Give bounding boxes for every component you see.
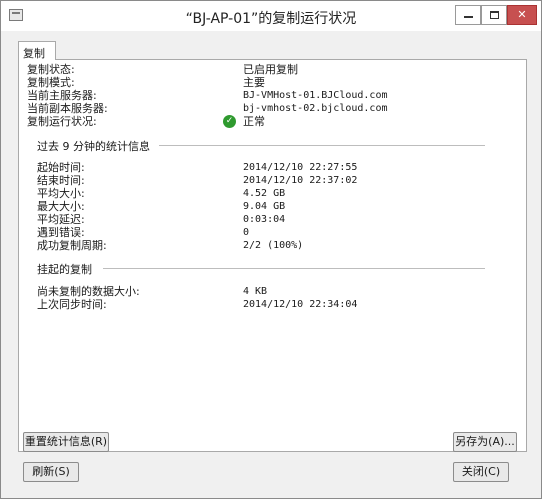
avg-latency-value: 0:03:04 bbox=[243, 214, 286, 225]
stats-section-divider bbox=[159, 145, 485, 146]
avg-size-label: 平均大小: bbox=[37, 187, 85, 200]
errors-label: 遇到错误: bbox=[37, 226, 85, 239]
max-size-value: 9.04 GB bbox=[243, 201, 286, 212]
replication-health-value: 正常 bbox=[243, 115, 265, 128]
reset-statistics-button[interactable]: 重置统计信息(R) bbox=[23, 432, 109, 452]
last-sync-value: 2014/12/10 22:34:04 bbox=[243, 299, 358, 310]
pending-section-divider bbox=[103, 268, 485, 269]
end-time-value: 2014/12/10 22:37:02 bbox=[243, 175, 358, 186]
primary-server-value: BJ-VMHost-01.BJCloud.com bbox=[243, 90, 388, 101]
last-sync-label: 上次同步时间: bbox=[37, 298, 107, 311]
replication-mode-value: 主要 bbox=[243, 76, 265, 89]
avg-latency-label: 平均延迟: bbox=[37, 213, 85, 226]
start-time-label: 起始时间: bbox=[37, 161, 85, 174]
tab-replication[interactable]: 复制 bbox=[18, 41, 56, 60]
maximize-button[interactable] bbox=[481, 5, 507, 25]
errors-value: 0 bbox=[243, 227, 250, 238]
replication-state-value: 已启用复制 bbox=[243, 63, 298, 76]
primary-server-label: 当前主服务器: bbox=[27, 89, 97, 102]
replication-state-label: 复制状态: bbox=[27, 63, 75, 76]
maximize-icon bbox=[489, 11, 499, 19]
title-bar[interactable]: “BJ-AP-01”的复制运行状况 ✕ bbox=[1, 1, 541, 31]
minimize-button[interactable] bbox=[455, 5, 481, 25]
unreplicated-size-value: 4 KB bbox=[243, 286, 268, 297]
stats-section-title: 过去 9 分钟的统计信息 bbox=[37, 140, 150, 153]
check-circle-icon: ✓ bbox=[223, 115, 236, 128]
close-icon: ✕ bbox=[517, 8, 527, 21]
replication-health-label: 复制运行状况: bbox=[27, 115, 97, 128]
replica-server-value: bj-vmhost-02.bjcloud.com bbox=[243, 103, 388, 114]
max-size-label: 最大大小: bbox=[37, 200, 85, 213]
replica-server-label: 当前副本服务器: bbox=[27, 102, 108, 115]
unreplicated-size-label: 尚未复制的数据大小: bbox=[37, 285, 140, 298]
start-time-value: 2014/12/10 22:27:55 bbox=[243, 162, 358, 173]
success-cycles-value: 2/2 (100%) bbox=[243, 240, 304, 251]
minimize-icon bbox=[463, 16, 473, 18]
replication-health-window: “BJ-AP-01”的复制运行状况 ✕ 复制 复制状态: 已启用复制 复制模式:… bbox=[0, 0, 542, 499]
window-close-button[interactable]: ✕ bbox=[507, 5, 537, 25]
save-as-button[interactable]: 另存为(A)... bbox=[453, 432, 517, 452]
refresh-button[interactable]: 刷新(S) bbox=[23, 462, 79, 482]
pending-section-title: 挂起的复制 bbox=[37, 263, 92, 276]
avg-size-value: 4.52 GB bbox=[243, 188, 286, 199]
end-time-label: 结束时间: bbox=[37, 174, 85, 187]
success-cycles-label: 成功复制周期: bbox=[37, 239, 107, 252]
close-button[interactable]: 关闭(C) bbox=[453, 462, 509, 482]
replication-mode-label: 复制模式: bbox=[27, 76, 75, 89]
